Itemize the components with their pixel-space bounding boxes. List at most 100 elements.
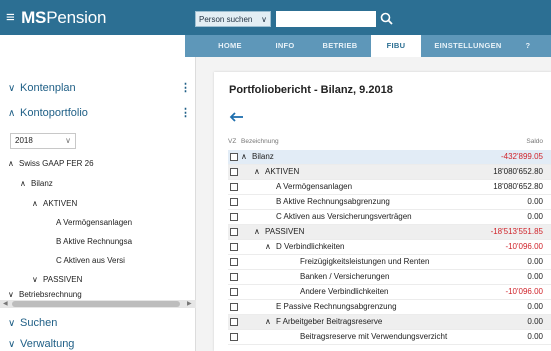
chevron-up-icon[interactable]: ∧ [241, 152, 252, 161]
row-checkbox[interactable] [230, 198, 238, 206]
row-label: ∧ Bilanz [241, 152, 274, 161]
row-label: ∧ PASSIVEN [254, 227, 304, 236]
table-row[interactable]: Beitragsreserve mit Verwendungsverzicht … [228, 330, 551, 345]
chevron-up-icon[interactable]: ∧ [265, 317, 276, 326]
row-label: B Aktive Rechnungsabgrenzung [276, 197, 390, 206]
search-button[interactable] [378, 10, 396, 28]
kontenplan-more-icon[interactable]: ⋮ [180, 81, 191, 94]
table-row[interactable]: Andere Verbindlichkeiten -10'096.00 [228, 285, 551, 300]
row-label-text: F Arbeitgeber Beitragsreserve [276, 317, 383, 326]
sidebar-section-suchen[interactable]: ∨ Suchen [8, 317, 57, 329]
row-value: -10'096.00 [505, 287, 543, 296]
table-row[interactable]: ∧ D Verbindlichkeiten -10'096.00 [228, 240, 551, 255]
scroll-left-icon[interactable]: ◀ [3, 300, 8, 308]
row-value: 0.00 [527, 272, 543, 281]
row-label: Banken / Versicherungen [300, 272, 390, 281]
tree-item-bilanz[interactable]: ∧ Bilanz [20, 179, 53, 188]
sidebar-section-verwaltung[interactable]: ∨ Verwaltung [8, 338, 74, 350]
chevron-down-icon: ∨ [261, 15, 267, 24]
tree-item-passiven[interactable]: ∨ PASSIVEN [32, 275, 82, 284]
row-checkbox[interactable] [230, 243, 238, 251]
person-search-select[interactable]: Person suchen ∨ [195, 11, 271, 27]
tab-info[interactable]: INFO [271, 35, 299, 57]
row-label: Andere Verbindlichkeiten [300, 287, 389, 296]
chevron-up-icon: ∧ [8, 108, 16, 119]
row-label: ∧ D Verbindlichkeiten [265, 242, 344, 251]
row-checkbox[interactable] [230, 288, 238, 296]
row-label-text: D Verbindlichkeiten [276, 242, 345, 251]
row-checkbox[interactable] [230, 333, 238, 341]
row-label: Beitragsreserve mit Verwendungsverzicht [300, 332, 448, 341]
chevron-down-icon: ∨ [65, 136, 71, 145]
sidebar-section-kontoportfolio[interactable]: ∧ Kontoportfolio [8, 107, 88, 119]
sidebar-section-kontenplan[interactable]: ∨ Kontenplan [8, 82, 76, 94]
chevron-up-icon[interactable]: ∧ [254, 227, 265, 236]
tree-item-swiss-gaap[interactable]: ∧ Swiss GAAP FER 26 [8, 159, 94, 168]
row-value: 0.00 [527, 332, 543, 341]
row-checkbox[interactable] [230, 228, 238, 236]
row-label: E Passive Rechnungsabgrenzung [276, 302, 397, 311]
table-row[interactable]: A Vermögensanlagen 18'080'652.80 [228, 180, 551, 195]
row-value: 0.00 [527, 257, 543, 266]
year-value: 2018 [15, 136, 33, 145]
table-row[interactable]: E Passive Rechnungsabgrenzung 0.00 [228, 300, 551, 315]
tab-home[interactable]: HOME [213, 35, 247, 57]
table-row[interactable]: ∧ F Arbeitgeber Beitragsreserve 0.00 [228, 315, 551, 330]
row-checkbox[interactable] [230, 318, 238, 326]
table-row[interactable]: ∧ PASSIVEN -18'513'551.85 [228, 225, 551, 240]
kontoportfolio-more-icon[interactable]: ⋮ [180, 106, 191, 119]
row-value: 0.00 [527, 317, 543, 326]
table-row[interactable]: Freizügigkeitsleistungen und Renten 0.00 [228, 255, 551, 270]
row-checkbox[interactable] [230, 273, 238, 281]
sidebar-horizontal-scrollbar[interactable]: ◀ ▶ [0, 300, 196, 308]
back-button[interactable] [228, 108, 246, 126]
tree-item-aktiven[interactable]: ∧ AKTIVEN [32, 199, 77, 208]
tab-betrieb[interactable]: BETRIEB [317, 35, 363, 57]
row-value: -432'899.05 [500, 152, 543, 161]
row-checkbox[interactable] [230, 213, 238, 221]
table-row[interactable]: C Aktiven aus Versicherungsverträgen 0.0… [228, 210, 551, 225]
column-header-bezeichnung: Bezeichnung [241, 138, 279, 145]
row-label: A Vermögensanlagen [276, 182, 353, 191]
year-select[interactable]: 2018 ∨ [10, 133, 76, 149]
tab-help[interactable]: ? [521, 35, 535, 57]
row-checkbox[interactable] [230, 303, 238, 311]
tab-fibu[interactable]: FIBU [371, 35, 421, 57]
table-row[interactable]: ∧ AKTIVEN 18'080'652.80 [228, 165, 551, 180]
search-input[interactable] [276, 11, 376, 27]
app-logo[interactable]: ≡ MSPension [6, 8, 106, 28]
tab-einstellungen[interactable]: EINSTELLUNGEN [431, 35, 505, 57]
chevron-down-icon: ∨ [32, 275, 38, 284]
chevron-down-icon: ∨ [8, 290, 14, 299]
table-row[interactable]: B Aktive Rechnungsabgrenzung 0.00 [228, 195, 551, 210]
table-row[interactable]: Banken / Versicherungen 0.00 [228, 270, 551, 285]
row-label-text: AKTIVEN [265, 167, 300, 176]
tree-label: Betriebsrechnung [19, 290, 82, 299]
scrollbar-thumb[interactable] [12, 301, 180, 307]
chevron-up-icon[interactable]: ∧ [254, 167, 265, 176]
row-label: Freizügigkeitsleistungen und Renten [300, 257, 430, 266]
row-label-text: Bilanz [252, 152, 274, 161]
search-icon [380, 12, 393, 25]
table-row[interactable]: ∧ Bilanz -432'899.05 [228, 150, 551, 165]
row-label-text: PASSIVEN [265, 227, 305, 236]
sidebar: ∨ Kontenplan ⋮ ∧ Kontoportfolio ⋮ 2018 ∨ ∧… [0, 57, 196, 351]
chevron-up-icon: ∧ [20, 179, 26, 188]
row-value: 0.00 [527, 302, 543, 311]
chevron-down-icon: ∨ [8, 83, 16, 94]
tree-item-betriebsrechnung[interactable]: ∨ Betriebsrechnung [8, 290, 82, 299]
row-checkbox[interactable] [230, 183, 238, 191]
row-label: ∧ F Arbeitgeber Beitragsreserve [265, 317, 382, 326]
report-panel: Portfoliobericht - Bilanz, 9.2018 VZ Bez… [214, 72, 551, 351]
tree-item-aktiven-versicherung[interactable]: C Aktiven aus Versi [56, 256, 125, 265]
row-checkbox[interactable] [230, 168, 238, 176]
chevron-up-icon[interactable]: ∧ [265, 242, 276, 251]
tree-item-vermoegensanlagen[interactable]: A Vermögensanlagen [56, 218, 132, 227]
hamburger-menu-icon[interactable]: ≡ [6, 9, 15, 26]
row-checkbox[interactable] [230, 258, 238, 266]
row-value: -18'513'551.85 [490, 227, 543, 236]
row-checkbox[interactable] [230, 153, 238, 161]
scroll-right-icon[interactable]: ▶ [187, 300, 192, 308]
tree-item-aktive-rechnungsabgrenzung[interactable]: B Aktive Rechnungsa [56, 237, 132, 246]
person-search-label: Person suchen [199, 15, 253, 24]
